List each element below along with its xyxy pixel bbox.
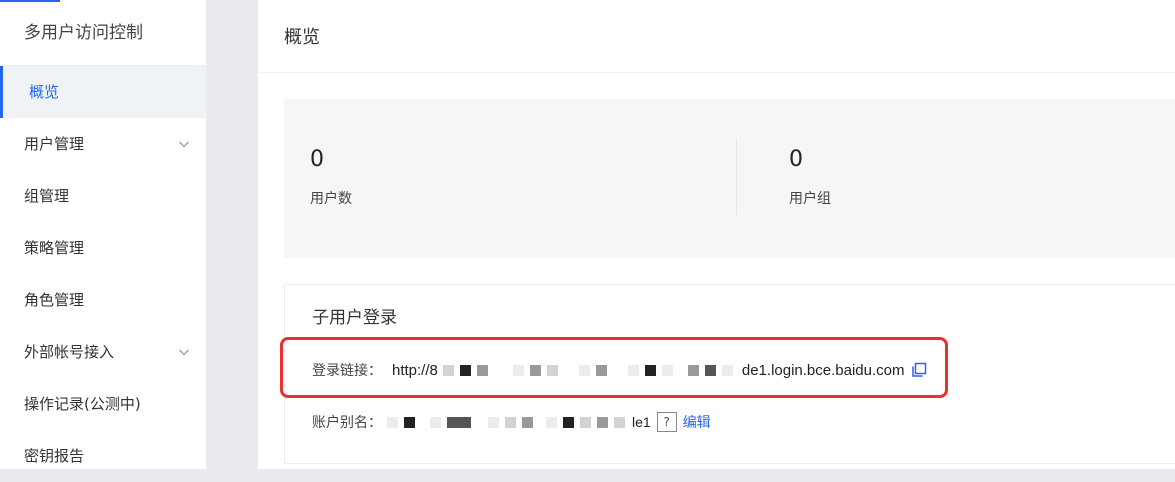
stat-group-count: 0 用户组 [789, 147, 831, 208]
stat-value: 0 [310, 147, 324, 172]
sidebar-item-role-management[interactable]: 角色管理 [0, 274, 206, 326]
sidebar-item-label: 概览 [29, 83, 60, 101]
login-link-label: 登录链接： [312, 363, 382, 379]
sidebar-item-external-accounts[interactable]: 外部帐号接入 [0, 326, 206, 378]
stats-panel: 0 用户数 0 用户组 [284, 99, 1175, 258]
sidebar-top-accent [0, 0, 60, 2]
copy-icon[interactable] [911, 362, 927, 378]
login-link-row: 登录链接： http://8 de1.login.bce.baidu.com [312, 360, 927, 380]
sidebar: 多用户访问控制 概览 用户管理 组管理 策略管理 角色管理 外部帐号接入 操作记… [0, 0, 206, 469]
sidebar-item-label: 策略管理 [24, 239, 85, 257]
redacted-mosaic [440, 360, 736, 380]
account-alias-row: 账户别名： le1 ? 编辑 [312, 412, 711, 432]
main-content: 概览 0 用户数 0 用户组 子用户登录 登录链接： http://8 de1.… [258, 0, 1175, 469]
sidebar-item-key-report[interactable]: 密钥报告 [0, 430, 206, 482]
stat-label: 用户组 [789, 191, 831, 207]
sidebar-item-operation-log[interactable]: 操作记录(公测中) [0, 378, 206, 430]
sidebar-item-label: 操作记录(公测中) [24, 395, 141, 413]
login-link-suffix[interactable]: de1.login.bce.baidu.com [742, 362, 905, 379]
edit-alias-link[interactable]: 编辑 [683, 412, 711, 432]
sub-user-login-card: 子用户登录 登录链接： http://8 de1.login.bce.baidu… [284, 284, 1175, 464]
account-alias-suffix: le1 [632, 414, 651, 430]
sidebar-item-label: 组管理 [24, 187, 70, 205]
layout-gutter [206, 0, 258, 469]
sidebar-item-group-management[interactable]: 组管理 [0, 170, 206, 222]
sidebar-item-user-management[interactable]: 用户管理 [0, 118, 206, 170]
sidebar-item-overview[interactable]: 概览 [0, 66, 206, 118]
card-title: 子用户登录 [312, 308, 397, 328]
sidebar-item-label: 外部帐号接入 [24, 343, 115, 361]
account-alias-label: 账户别名： [312, 415, 382, 431]
sidebar-item-label: 密钥报告 [24, 447, 85, 465]
chevron-down-icon[interactable] [178, 346, 190, 358]
sidebar-title: 多用户访问控制 [0, 0, 206, 66]
stat-label: 用户数 [310, 191, 352, 207]
help-icon[interactable]: ? [656, 412, 677, 432]
chevron-down-icon[interactable] [178, 138, 190, 150]
stat-divider [736, 139, 737, 215]
stat-value: 0 [789, 147, 803, 172]
redacted-mosaic [384, 412, 628, 432]
sidebar-item-label: 用户管理 [24, 135, 85, 153]
stat-user-count: 0 用户数 [310, 147, 352, 208]
login-link-prefix[interactable]: http://8 [392, 362, 438, 379]
sidebar-item-policy-management[interactable]: 策略管理 [0, 222, 206, 274]
sidebar-item-label: 角色管理 [24, 291, 85, 309]
page-title: 概览 [258, 0, 1175, 73]
